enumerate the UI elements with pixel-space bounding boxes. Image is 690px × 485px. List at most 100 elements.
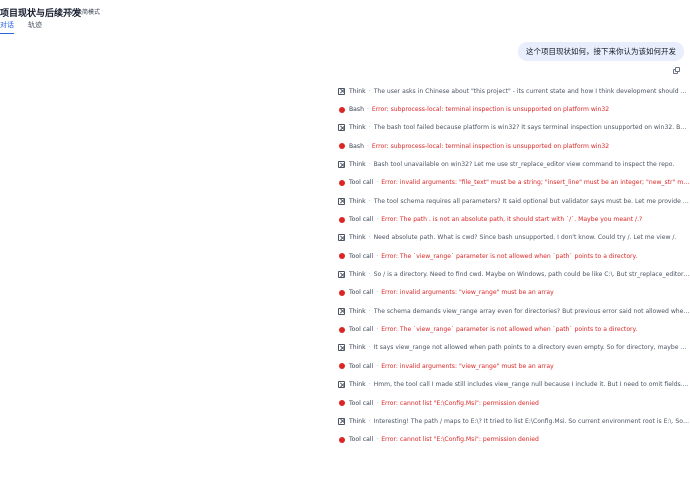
step-text: Error: subprocess-local: terminal inspec… <box>371 106 610 114</box>
step-label: Tool call <box>349 216 374 224</box>
step-label: Think <box>349 197 366 205</box>
step-text: Error: cannot list "E:\Config.Msi": perm… <box>381 436 539 444</box>
tab-chat[interactable]: 对话 <box>0 20 14 34</box>
step-separator: · <box>368 197 371 205</box>
step-separator: · <box>368 344 371 352</box>
step-label: Tool call <box>349 252 374 260</box>
error-dot-icon <box>338 143 345 150</box>
step-separator: · <box>368 234 371 242</box>
minimal-mode-icon <box>66 8 73 15</box>
step-text: The tool schema requires all parameters?… <box>373 197 690 205</box>
error-dot-icon <box>338 436 345 443</box>
step-label: Think <box>349 417 366 425</box>
step-label: Tool call <box>349 399 374 407</box>
think-box-icon <box>338 197 345 205</box>
error-step-row[interactable]: Tool call · Error: invalid arguments: "vie… <box>338 357 690 375</box>
step-separator: · <box>368 87 371 95</box>
step-text: Need absolute path. What is cwd? Since b… <box>373 234 677 242</box>
think-box-icon <box>338 307 345 315</box>
step-text: Hmm, the tool call I made still includes… <box>373 381 690 389</box>
think-step-row[interactable]: Think · Interesting! The path / maps to E:… <box>338 412 690 430</box>
step-separator: · <box>376 326 379 334</box>
think-box-icon <box>338 234 345 242</box>
think-box-icon <box>338 417 345 425</box>
step-label: Think <box>349 234 366 242</box>
error-dot-icon <box>338 253 345 260</box>
think-step-row[interactable]: Think · So / is a directory. Need to find … <box>338 265 690 283</box>
view-tabs: 对话 轨迹 <box>0 20 42 34</box>
step-text: It says view_range not allowed when path… <box>373 344 690 352</box>
step-text: Error: invalid arguments: "view_range" m… <box>381 362 554 370</box>
think-box-icon <box>338 271 345 279</box>
error-step-row[interactable]: Tool call · Error: The `view_range` parame… <box>338 247 690 265</box>
step-separator: · <box>366 142 369 150</box>
minimal-mode-button[interactable]: 极简模式 <box>66 7 100 16</box>
think-step-row[interactable]: Think · The user asks in Chinese about "th… <box>338 82 690 100</box>
error-step-row[interactable]: Tool call · Error: cannot list "E:\Config.… <box>338 394 690 412</box>
think-step-row[interactable]: Think · It says view_range not allowed whe… <box>338 339 690 357</box>
agent-step-list: Think · The user asks in Chinese about "th… <box>338 82 690 449</box>
step-label: Think <box>349 307 366 315</box>
step-label: Think <box>349 87 366 95</box>
step-text: Error: subprocess-local: terminal inspec… <box>371 142 610 150</box>
step-text: Error: The `view_range` parameter is not… <box>381 326 638 334</box>
step-label: Think <box>349 161 366 169</box>
step-text: Interesting! The path / maps to E:\? It … <box>373 417 690 425</box>
think-step-row[interactable]: Think · The bash tool failed because platf… <box>338 119 690 137</box>
step-separator: · <box>368 417 371 425</box>
error-step-row[interactable]: Tool call · Error: invalid arguments: "fil… <box>338 174 690 192</box>
step-label: Tool call <box>349 362 374 370</box>
step-text: The user asks in Chinese about "this pro… <box>373 87 690 95</box>
error-step-row[interactable]: Tool call · Error: The `view_range` parame… <box>338 320 690 338</box>
error-dot-icon <box>338 289 345 296</box>
error-dot-icon <box>338 400 345 407</box>
chat-header: 项目现状与后续开发 极简模式 对话 轨迹 <box>0 0 690 34</box>
error-dot-icon <box>338 363 345 370</box>
error-step-row[interactable]: Tool call · Error: The path . is not an ab… <box>338 210 690 228</box>
step-label: Tool call <box>349 326 374 334</box>
step-separator: · <box>376 399 379 407</box>
think-step-row[interactable]: Think · Need absolute path. What is cwd? S… <box>338 229 690 247</box>
error-dot-icon <box>338 179 345 186</box>
step-separator: · <box>368 161 371 169</box>
step-label: Tool call <box>349 289 374 297</box>
step-separator: · <box>368 381 371 389</box>
think-box-icon <box>338 124 345 132</box>
step-text: Bash tool unavailable on win32? Let me u… <box>373 161 675 169</box>
think-step-row[interactable]: Think · The tool schema requires all param… <box>338 192 690 210</box>
think-step-row[interactable]: Think · The schema demands view_range arra… <box>338 302 690 320</box>
step-text: Error: invalid arguments: "view_range" m… <box>381 289 554 297</box>
think-box-icon <box>338 161 345 169</box>
step-separator: · <box>376 252 379 260</box>
think-box-icon <box>338 87 345 95</box>
step-text: Error: invalid arguments: "file_text" mu… <box>381 179 690 187</box>
step-text: The schema demands view_range array even… <box>373 307 690 315</box>
step-text: Error: cannot list "E:\Config.Msi": perm… <box>381 399 539 407</box>
think-box-icon <box>338 344 345 352</box>
user-message-bubble: 这个项目现状如何，接下来你认为该如何开发 <box>518 42 684 61</box>
step-label: Tool call <box>349 436 374 444</box>
minimal-mode-label: 极简模式 <box>76 9 101 16</box>
step-label: Think <box>349 344 366 352</box>
think-step-row[interactable]: Think · Hmm, the tool call I made still in… <box>338 376 690 394</box>
error-step-row[interactable]: Tool call · Error: invalid arguments: "vie… <box>338 284 690 302</box>
step-separator: · <box>376 179 379 187</box>
error-step-row[interactable]: Bash · Error: subprocess-local: terminal i… <box>338 137 690 155</box>
error-dot-icon <box>338 106 345 113</box>
step-label: Bash <box>349 106 364 114</box>
step-text: Error: The `view_range` parameter is not… <box>381 252 638 260</box>
step-label: Think <box>349 381 366 389</box>
step-label: Think <box>349 271 366 279</box>
think-step-row[interactable]: Think · Bash tool unavailable on win32? Le… <box>338 155 690 173</box>
step-separator: · <box>376 289 379 297</box>
step-text: Error: The path . is not an absolute pat… <box>381 216 643 224</box>
step-text: The bash tool failed because platform is… <box>373 124 690 132</box>
step-text: So / is a directory. Need to find cwd. M… <box>373 271 690 279</box>
step-separator: · <box>368 271 371 279</box>
think-box-icon <box>338 381 345 389</box>
error-step-row[interactable]: Tool call · Error: cannot list "E:\Config.… <box>338 431 690 449</box>
step-label: Tool call <box>349 179 374 187</box>
tab-trajectory[interactable]: 轨迹 <box>28 20 42 34</box>
copy-icon[interactable] <box>673 67 681 75</box>
error-step-row[interactable]: Bash · Error: subprocess-local: terminal i… <box>338 100 690 118</box>
